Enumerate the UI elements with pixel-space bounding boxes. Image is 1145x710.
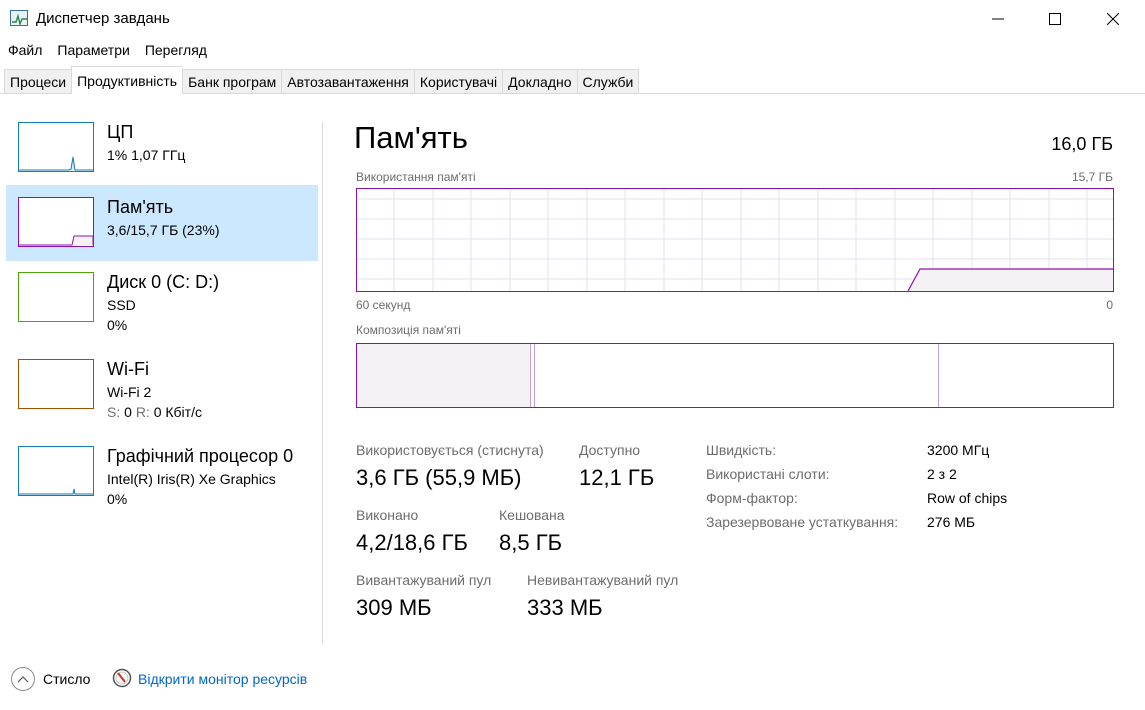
menu-view[interactable]: Перегляд (137, 38, 214, 62)
slots-value: 2 з 2 (927, 466, 957, 482)
reserved-value: 276 МБ (927, 514, 976, 530)
menu-bar: Файл Параметри Перегляд (0, 38, 214, 62)
memory-total: 16,0 ГБ (1051, 134, 1113, 154)
sidebar-item-memory[interactable]: Пам'ять 3,6/15,7 ГБ (23%) (6, 185, 318, 261)
sidebar-item-gpu[interactable]: Графічний процесор 0 Intel(R) Iris(R) Xe… (6, 434, 318, 510)
sidebar-item-detail: 1% 1,07 ГГц (107, 147, 186, 163)
cached-label: Кешована (499, 507, 565, 523)
cpu-thumbnail-graph (18, 122, 94, 172)
sidebar-item-wifi[interactable]: Wi-Fi Wi-Fi 2 S: 0 R: 0 Кбіт/с (6, 347, 318, 423)
sidebar-item-usage: 0% (107, 317, 128, 333)
tab-users[interactable]: Користувачі (413, 69, 503, 94)
tab-details[interactable]: Докладно (502, 69, 577, 94)
committed-value: 4,2/18,6 ГБ (356, 530, 468, 555)
memory-composition-label: Композиція пам'яті (356, 323, 461, 337)
available-label: Доступно (579, 442, 641, 458)
paged-pool-label: Вивантажуваний пул (356, 572, 492, 588)
receive-label: R: (135, 404, 150, 420)
form-factor-label: Форм-фактор: (706, 490, 798, 506)
speed-label: Швидкість: (706, 442, 777, 458)
gpu-thumbnail-graph (18, 446, 94, 496)
menu-options[interactable]: Параметри (49, 38, 136, 62)
committed-label: Виконано (356, 507, 419, 523)
close-button[interactable] (1084, 0, 1142, 38)
nonpaged-pool-label: Невивантажуваний пул (527, 572, 679, 588)
tab-processes[interactable]: Процеси (4, 69, 72, 94)
sidebar-item-title: Пам'ять (107, 197, 174, 217)
slots-label: Використані слоти: (706, 466, 830, 482)
memory-usage-label: Використання пам'яті (356, 170, 476, 184)
window-title: Диспетчер завдань (36, 10, 170, 27)
composition-standby-boundary (938, 344, 939, 407)
open-resource-monitor-link[interactable]: Відкрити монітор ресурсів (138, 671, 307, 687)
nonpaged-pool-value: 333 МБ (527, 595, 603, 620)
memory-composition-bar (356, 343, 1114, 408)
reserved-label: Зарезервоване устаткування: (706, 514, 899, 530)
cached-value: 8,5 ГБ (499, 530, 563, 555)
menu-file[interactable]: Файл (0, 38, 49, 62)
task-manager-icon (10, 10, 28, 27)
tab-services[interactable]: Служби (576, 69, 640, 94)
minimize-button[interactable] (969, 0, 1027, 38)
sidebar-item-detail: SSD (107, 297, 136, 313)
footer-bar: Стисло Відкрити монітор ресурсів (0, 660, 1145, 700)
sidebar-item-title: ЦП (107, 122, 134, 142)
tab-bar: Процеси Продуктивність Банк програм Авто… (0, 62, 1145, 94)
in-use-label: Використовується (стиснута) (356, 442, 544, 458)
speed-value: 3200 МГц (927, 442, 990, 458)
graph-time-right: 0 (1106, 298, 1113, 312)
disk-thumbnail-graph (18, 272, 94, 322)
sidebar-item-title: Графічний процесор 0 (107, 446, 294, 466)
sidebar-item-detail: Intel(R) Iris(R) Xe Graphics (107, 471, 276, 487)
sidebar-item-usage: 0% (107, 491, 128, 507)
sidebar-item-detail: 3,6/15,7 ГБ (23%) (107, 222, 220, 238)
page-title: Пам'ять (354, 120, 468, 155)
sidebar-item-disk[interactable]: Диск 0 (C: D:) SSD 0% (6, 260, 318, 336)
maximize-button[interactable] (1026, 0, 1084, 38)
in-use-value: 3,6 ГБ (55,9 МБ) (356, 465, 522, 490)
receive-value: 0 Кбіт/с (153, 404, 202, 420)
graph-time-left: 60 секунд (356, 298, 411, 312)
resource-monitor-icon[interactable] (112, 668, 132, 688)
sidebar-item-cpu[interactable]: ЦП 1% 1,07 ГГц (6, 110, 318, 186)
paged-pool-value: 309 МБ (356, 595, 432, 620)
available-value: 12,1 ГБ (579, 465, 655, 490)
sidebar-item-detail: Wi-Fi 2 (107, 384, 152, 400)
tab-startup[interactable]: Автозавантаження (281, 69, 414, 94)
tab-performance[interactable]: Продуктивність (71, 66, 183, 94)
wifi-thumbnail-graph (18, 359, 94, 409)
sidebar-item-title: Диск 0 (C: D:) (107, 272, 220, 292)
memory-thumbnail-graph (18, 197, 94, 247)
sidebar-item-throughput: S: 0 R: 0 Кбіт/с (107, 404, 202, 420)
sidebar-item-title: Wi-Fi (107, 359, 149, 379)
composition-in-use (357, 344, 531, 407)
tab-app-history[interactable]: Банк програм (182, 69, 282, 94)
chevron-up-icon[interactable] (11, 667, 35, 691)
send-value: 0 (124, 404, 132, 420)
send-label: S: (107, 404, 121, 420)
form-factor-value: Row of chips (927, 490, 1008, 506)
title-bar[interactable]: Диспетчер завдань (0, 0, 1145, 38)
memory-usage-graph (356, 188, 1114, 292)
composition-modified (534, 344, 535, 407)
memory-usage-max: 15,7 ГБ (1071, 170, 1113, 184)
panel-divider (322, 122, 323, 644)
fewer-details-button[interactable]: Стисло (43, 671, 90, 687)
